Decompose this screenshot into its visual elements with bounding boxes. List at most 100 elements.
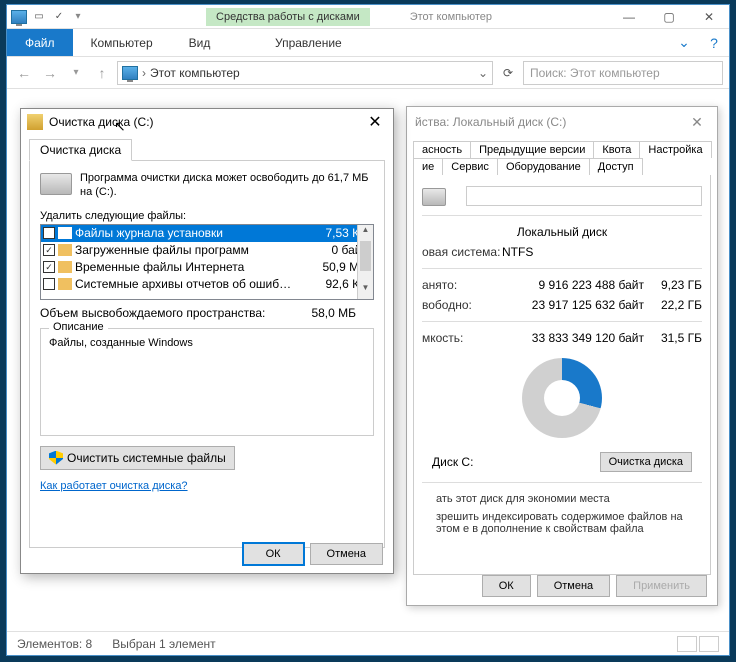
tab-view[interactable]: Вид bbox=[171, 29, 229, 56]
ribbon-expand-icon[interactable]: ⌄ bbox=[669, 29, 699, 56]
description-legend: Описание bbox=[49, 321, 108, 333]
disk-c-label: Диск C: bbox=[432, 455, 473, 469]
nav-recent-icon[interactable]: ▾ bbox=[65, 62, 87, 84]
description-text: Файлы, созданные Windows bbox=[49, 337, 365, 349]
props-tab[interactable]: Доступ bbox=[589, 158, 643, 175]
tab-manage[interactable]: Управление bbox=[228, 29, 388, 56]
props-ok-button[interactable]: ОК bbox=[482, 575, 531, 597]
how-it-works-link[interactable]: Как работает очистка диска? bbox=[40, 480, 188, 492]
props-tab[interactable]: ие bbox=[413, 158, 443, 175]
address-text: Этот компьютер bbox=[150, 66, 474, 80]
status-bar: Элементов: 8 Выбран 1 элемент bbox=[7, 631, 729, 655]
status-elements: Элементов: 8 bbox=[17, 637, 92, 651]
disk-cleanup-button[interactable]: Очистка диска bbox=[600, 452, 692, 472]
qat-dropdown-icon[interactable]: ▾ bbox=[71, 9, 85, 25]
index-checkbox-label[interactable]: зрешить индексировать содержимое файлов … bbox=[422, 507, 702, 537]
view-large-icon[interactable] bbox=[699, 636, 719, 652]
file-name: Файлы журнала установки bbox=[75, 226, 308, 240]
contextual-tab-label: Средства работы с дисками bbox=[206, 8, 370, 26]
file-checkbox[interactable]: ✓ bbox=[43, 244, 55, 256]
usage-donut-chart bbox=[522, 358, 602, 438]
file-icon bbox=[58, 244, 72, 256]
scroll-thumb[interactable] bbox=[360, 241, 371, 271]
props-tab[interactable]: Настройка bbox=[639, 141, 711, 158]
file-list-row[interactable]: Файлы журнала установки7,53 КБ bbox=[41, 225, 373, 242]
compress-checkbox-label[interactable]: ать этот диск для экономии места bbox=[422, 489, 702, 507]
file-checkbox[interactable] bbox=[43, 278, 55, 290]
scroll-down-icon[interactable]: ▼ bbox=[358, 283, 373, 299]
total-freed-label: Объем высвобождаемого пространства: bbox=[40, 306, 265, 320]
nav-forward-icon[interactable]: → bbox=[39, 62, 61, 84]
free-gb: 22,2 ГБ bbox=[652, 298, 702, 312]
total-freed-value: 58,0 МБ bbox=[311, 306, 356, 320]
nav-up-icon[interactable]: ↑ bbox=[91, 62, 113, 84]
cap-gb: 31,5 ГБ bbox=[652, 331, 702, 345]
props-tab[interactable]: Квота bbox=[593, 141, 640, 158]
properties-close-button[interactable]: ✕ bbox=[685, 110, 709, 134]
file-icon bbox=[58, 278, 72, 290]
maximize-button[interactable]: ▢ bbox=[649, 5, 689, 29]
file-list-row[interactable]: Системные архивы отчетов об ошиб…92,6 КБ bbox=[41, 276, 373, 293]
refresh-icon[interactable]: ⟳ bbox=[497, 62, 519, 84]
uac-shield-icon bbox=[49, 451, 63, 465]
qat-new-folder-icon[interactable]: ✓ bbox=[51, 9, 67, 25]
disk-cleanup-dialog: Очистка диска (C:) ✕ Очистка диска Прогр… bbox=[20, 108, 394, 574]
address-bar-row: ← → ▾ ↑ › Этот компьютер ⌄ ⟳ Поиск: Этот… bbox=[7, 57, 729, 89]
cleanup-ok-button[interactable]: ОК bbox=[243, 543, 304, 565]
file-list-row[interactable]: ✓Временные файлы Интернета50,9 МБ bbox=[41, 259, 373, 276]
cleanup-tab[interactable]: Очистка диска bbox=[29, 139, 132, 161]
props-tab[interactable]: асность bbox=[413, 141, 471, 158]
properties-title-bar: йства: Локальный диск (C:) ✕ bbox=[407, 107, 717, 137]
help-icon[interactable]: ? bbox=[699, 29, 729, 56]
cleanup-icon bbox=[27, 114, 43, 130]
view-details-icon[interactable] bbox=[677, 636, 697, 652]
props-tab[interactable]: Оборудование bbox=[497, 158, 590, 175]
used-bytes: 9 916 223 488 байт bbox=[502, 278, 652, 292]
description-group: Описание Файлы, созданные Windows bbox=[40, 328, 374, 436]
cleanup-close-button[interactable]: ✕ bbox=[363, 112, 387, 132]
tab-file[interactable]: Файл bbox=[7, 29, 73, 56]
props-apply-button[interactable]: Применить bbox=[616, 575, 707, 597]
minimize-button[interactable]: — bbox=[609, 5, 649, 29]
scroll-up-icon[interactable]: ▲ bbox=[358, 225, 373, 241]
pc-icon bbox=[122, 66, 138, 80]
clean-system-files-button[interactable]: Очистить системные файлы bbox=[40, 446, 235, 470]
address-dropdown-icon[interactable]: ⌄ bbox=[478, 66, 488, 80]
used-gb: 9,23 ГБ bbox=[652, 278, 702, 292]
file-list-scrollbar[interactable]: ▲ ▼ bbox=[357, 225, 373, 299]
system-menu-icon[interactable] bbox=[11, 9, 27, 25]
props-tab[interactable]: Сервис bbox=[442, 158, 498, 175]
cleanup-intro-text: Программа очистки диска может освободить… bbox=[80, 171, 374, 200]
address-bar[interactable]: › Этот компьютер ⌄ bbox=[117, 61, 493, 85]
file-icon bbox=[58, 227, 72, 239]
file-name: Временные файлы Интернета bbox=[75, 260, 308, 274]
fs-label: овая система: bbox=[422, 245, 502, 259]
free-bytes: 23 917 125 632 байт bbox=[502, 298, 652, 312]
cap-label: мкость: bbox=[422, 331, 502, 345]
props-tab[interactable]: Предыдущие версии bbox=[470, 141, 594, 158]
props-cancel-button[interactable]: Отмена bbox=[537, 575, 610, 597]
properties-title: йства: Локальный диск (C:) bbox=[415, 115, 685, 129]
file-checkbox[interactable]: ✓ bbox=[43, 261, 55, 273]
drive-icon bbox=[422, 188, 446, 206]
file-name: Загруженные файлы программ bbox=[75, 243, 308, 257]
title-bar: ▭ ✓ ▾ Средства работы с дисками Этот ком… bbox=[7, 5, 729, 29]
search-input[interactable]: Поиск: Этот компьютер bbox=[523, 61, 723, 85]
file-name: Системные архивы отчетов об ошиб… bbox=[75, 277, 308, 291]
cap-bytes: 33 833 349 120 байт bbox=[502, 331, 652, 345]
address-chevron: › bbox=[142, 66, 146, 80]
file-checkbox[interactable] bbox=[43, 227, 55, 239]
qat-properties-icon[interactable]: ▭ bbox=[31, 9, 47, 25]
clean-system-files-label: Очистить системные файлы bbox=[67, 451, 226, 465]
volume-name-input[interactable] bbox=[466, 186, 702, 206]
used-label: анято: bbox=[422, 278, 502, 292]
search-placeholder: Поиск: Этот компьютер bbox=[530, 66, 660, 80]
tab-computer[interactable]: Компьютер bbox=[73, 29, 171, 56]
file-list-row[interactable]: ✓Загруженные файлы программ0 байт bbox=[41, 242, 373, 259]
type-value: Локальный диск bbox=[517, 225, 607, 239]
cleanup-cancel-button[interactable]: Отмена bbox=[310, 543, 383, 565]
nav-back-icon[interactable]: ← bbox=[13, 62, 35, 84]
file-list[interactable]: Файлы журнала установки7,53 КБ ✓ Загруженн… bbox=[40, 224, 374, 300]
drive-icon bbox=[40, 173, 72, 195]
close-button[interactable]: ✕ bbox=[689, 5, 729, 29]
